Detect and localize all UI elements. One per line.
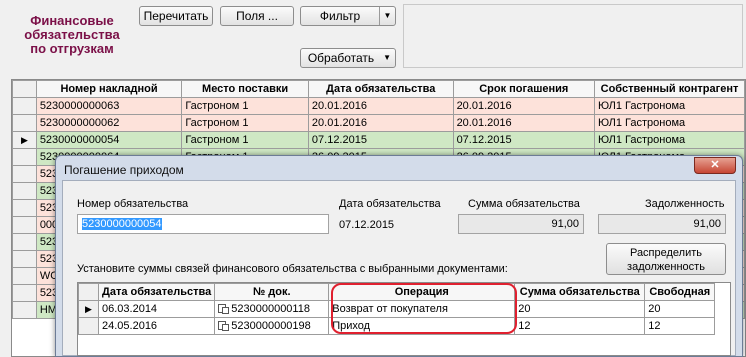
table-row[interactable]: 5230000000063 Гастроном 1 20.01.2016 20.… bbox=[12, 97, 745, 115]
col-header-due-date[interactable]: Срок погашения bbox=[452, 80, 596, 98]
cell-invoice-number[interactable]: 5230000000062 bbox=[35, 114, 183, 132]
dialog-body: Номер обязательства 5230000000054 Дата о… bbox=[62, 180, 736, 356]
cell-doc-number[interactable]: 5230000000198 bbox=[214, 317, 330, 335]
obligation-sum-field: 91,00 bbox=[458, 214, 584, 234]
table-row-current[interactable]: ▶ 06.03.2014 5230000000118 Возврат от по… bbox=[78, 300, 716, 318]
cell-counterparty[interactable]: ЮЛ1 Гастронома bbox=[594, 131, 745, 149]
doc-number-text[interactable]: 5230000000198 bbox=[231, 320, 311, 332]
instruction-text: Установите суммы связей финансового обяз… bbox=[77, 263, 508, 275]
row-indicator[interactable] bbox=[12, 301, 37, 319]
distribute-line2[interactable]: задолженность bbox=[607, 260, 725, 274]
obligation-number-field[interactable]: 5230000000054 bbox=[77, 214, 329, 234]
col-header-doc-number[interactable]: № док. bbox=[214, 283, 330, 301]
table-row[interactable]: 5230000000062 Гастроном 1 20.01.2016 20.… bbox=[12, 114, 745, 132]
obligation-number-value[interactable]: 5230000000054 bbox=[82, 218, 162, 230]
cell-operation[interactable]: Возврат от покупателя bbox=[328, 300, 516, 318]
row-indicator[interactable] bbox=[12, 233, 37, 251]
form-title-line1: Финансовые bbox=[30, 13, 114, 28]
obligation-sum-value: 91,00 bbox=[551, 218, 579, 230]
cell-delivery-place[interactable]: Гастроном 1 bbox=[181, 131, 309, 149]
empty-cell bbox=[78, 334, 99, 352]
cell-counterparty[interactable]: ЮЛ1 Гастронома bbox=[594, 97, 745, 115]
chevron-down-icon[interactable]: ▼ bbox=[379, 7, 395, 25]
row-indicator[interactable] bbox=[12, 216, 37, 234]
col-header-delivery-place[interactable]: Место поставки bbox=[181, 80, 309, 98]
col-header-free[interactable]: Свободная bbox=[644, 283, 716, 301]
row-indicator[interactable] bbox=[12, 284, 37, 302]
form-title-line2: обязательства bbox=[24, 27, 120, 42]
chevron-down-icon: ▼ bbox=[383, 53, 391, 62]
col-header-obligation-date[interactable]: Дата обязательства bbox=[307, 80, 454, 98]
row-indicator[interactable] bbox=[12, 267, 37, 285]
col-header-counterparty[interactable]: Собственный контрагент bbox=[594, 80, 745, 98]
distribute-line1[interactable]: Распределить bbox=[607, 246, 725, 260]
cell-obligation-date[interactable]: 07.12.2015 bbox=[307, 131, 454, 149]
form-title: Финансовые обязательства по отгрузкам bbox=[10, 14, 134, 56]
cell-counterparty[interactable]: ЮЛ1 Гастронома bbox=[594, 114, 745, 132]
process-button[interactable]: Обработать ▼ bbox=[300, 48, 396, 68]
document-link-icon[interactable] bbox=[218, 321, 230, 331]
cell-doc-number[interactable]: 5230000000118 bbox=[214, 300, 330, 318]
table-row[interactable]: 24.05.2016 5230000000198 Приход 12 12 bbox=[78, 317, 716, 335]
top-right-panel bbox=[403, 4, 743, 68]
col-header-obligation-date[interactable]: Дата обязательства bbox=[97, 283, 216, 301]
links-header-row: Дата обязательства № док. Операция Сумма… bbox=[78, 283, 716, 301]
row-indicator[interactable] bbox=[12, 148, 37, 166]
row-indicator[interactable] bbox=[12, 114, 37, 132]
col-header-operation[interactable]: Операция bbox=[328, 283, 516, 301]
cell-obligation-date[interactable]: 20.01.2016 bbox=[307, 114, 454, 132]
links-grid[interactable]: Дата обязательства № док. Операция Сумма… bbox=[77, 282, 731, 356]
row-indicator[interactable] bbox=[78, 317, 99, 335]
debt-label: Задолженность bbox=[645, 198, 725, 210]
grid-header-indicator bbox=[12, 80, 37, 98]
reread-button[interactable]: Перечитать bbox=[139, 6, 213, 26]
obligation-date-label: Дата обязательства bbox=[339, 198, 441, 210]
filter-button-label[interactable]: Фильтр bbox=[320, 9, 360, 23]
cell-free[interactable]: 12 bbox=[644, 317, 716, 335]
current-row-arrow-icon[interactable]: ▶ bbox=[78, 300, 99, 318]
debt-value: 91,00 bbox=[693, 218, 721, 230]
row-indicator[interactable] bbox=[12, 250, 37, 268]
debt-field: 91,00 bbox=[598, 214, 726, 234]
cell-delivery-place[interactable]: Гастроном 1 bbox=[181, 114, 309, 132]
row-indicator[interactable] bbox=[12, 182, 37, 200]
col-header-invoice-number[interactable]: Номер накладной bbox=[35, 80, 183, 98]
cell-free[interactable]: 20 bbox=[644, 300, 716, 318]
table-row-current[interactable]: ▶ 5230000000054 Гастроном 1 07.12.2015 0… bbox=[12, 131, 745, 149]
doc-number-text[interactable]: 5230000000118 bbox=[231, 303, 310, 315]
filter-split-button[interactable]: Фильтр ▼ bbox=[300, 6, 396, 26]
cell-invoice-number[interactable]: 5230000000054 bbox=[35, 131, 183, 149]
distribute-debt-button[interactable]: Распределить задолженность bbox=[606, 243, 726, 275]
cell-due-date[interactable]: 20.01.2016 bbox=[452, 114, 596, 132]
obligation-sum-label: Сумма обязательства bbox=[468, 198, 580, 210]
cell-obligation-date[interactable]: 20.01.2016 bbox=[307, 97, 454, 115]
form-title-line3: по отгрузкам bbox=[30, 41, 114, 56]
repayment-dialog[interactable]: Погашение приходом ✕ Номер обязательства… bbox=[55, 155, 743, 357]
table-row-empty bbox=[78, 334, 716, 352]
grid-header-row: Номер накладной Место поставки Дата обяз… bbox=[12, 80, 745, 98]
fields-button[interactable]: Поля ... bbox=[220, 6, 294, 26]
current-row-arrow-icon[interactable]: ▶ bbox=[12, 131, 37, 149]
cell-obligation-sum[interactable]: 12 bbox=[514, 317, 646, 335]
row-indicator[interactable] bbox=[12, 199, 37, 217]
cell-obligation-sum[interactable]: 20 bbox=[514, 300, 646, 318]
col-header-obligation-sum[interactable]: Сумма обязательства bbox=[514, 283, 646, 301]
process-button-label[interactable]: Обработать bbox=[308, 51, 374, 65]
obligation-date-value: 07.12.2015 bbox=[339, 219, 395, 231]
cell-delivery-place[interactable]: Гастроном 1 bbox=[181, 97, 309, 115]
document-link-icon[interactable] bbox=[218, 304, 230, 314]
close-icon[interactable]: ✕ bbox=[694, 157, 736, 174]
row-indicator[interactable] bbox=[12, 165, 37, 183]
links-header-indicator bbox=[78, 283, 99, 301]
cell-obligation-date[interactable]: 06.03.2014 bbox=[97, 300, 216, 318]
cell-due-date[interactable]: 20.01.2016 bbox=[452, 97, 596, 115]
cell-obligation-date[interactable]: 24.05.2016 bbox=[97, 317, 216, 335]
dialog-title: Погашение приходом bbox=[64, 163, 184, 177]
cell-operation[interactable]: Приход bbox=[328, 317, 516, 335]
obligation-number-label: Номер обязательства bbox=[77, 198, 189, 210]
row-indicator[interactable] bbox=[12, 97, 37, 115]
cell-invoice-number[interactable]: 5230000000063 bbox=[35, 97, 183, 115]
cell-due-date[interactable]: 07.12.2015 bbox=[452, 131, 596, 149]
